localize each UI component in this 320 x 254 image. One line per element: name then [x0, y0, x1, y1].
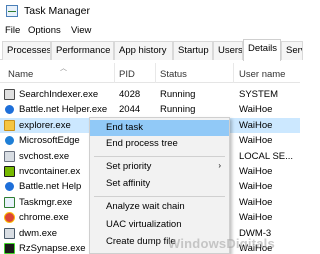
watermark: WindowsDigitals: [168, 236, 275, 251]
menu-item-label: Set affinity: [106, 178, 151, 189]
task-manager-icon: [6, 5, 18, 17]
task-manager-icon: [4, 196, 15, 208]
dwm-icon: [4, 227, 15, 239]
process-pid: 2044: [119, 104, 141, 116]
tab-app-history[interactable]: App history: [114, 41, 173, 60]
process-user: WaiHoe: [239, 181, 273, 193]
process-user: LOCAL SE...: [239, 150, 294, 162]
process-name: chrome.exe: [19, 212, 69, 224]
menu-view[interactable]: View: [71, 25, 91, 36]
process-name: dwm.exe: [19, 227, 58, 239]
process-name: SearchIndexer.exe: [19, 89, 99, 100]
title-bar: Task Manager: [0, 0, 300, 22]
svchost-icon: [4, 150, 15, 162]
end-task-menu-item[interactable]: End task: [90, 120, 229, 136]
process-user: WaiHoe: [239, 119, 273, 131]
battlenet-icon: [4, 181, 15, 193]
process-name: Battle.net Help: [19, 181, 82, 193]
process-user: WaiHoe: [239, 135, 273, 147]
menu-item-label: UAC virtualization: [106, 219, 182, 230]
column-divider[interactable]: [233, 63, 234, 83]
razer-icon: [4, 243, 15, 254]
tab-startup[interactable]: Startup: [173, 41, 213, 60]
process-name: Taskmgr.exe: [19, 196, 73, 208]
window-title: Task Manager: [24, 5, 90, 17]
menu-item-label: Analyze wait chain: [106, 201, 185, 212]
column-headers: ︿ Name PID Status User name: [0, 63, 300, 83]
process-user: WaiHoe: [239, 212, 273, 224]
tab-services[interactable]: Serv: [281, 41, 303, 60]
menu-item-label: Set priority: [106, 161, 152, 172]
process-name: nvcontainer.ex: [19, 166, 81, 177]
process-status: Running: [160, 104, 196, 116]
battlenet-icon: [4, 104, 15, 116]
column-divider[interactable]: [155, 63, 156, 83]
menu-separator: [94, 156, 225, 157]
menu-separator: [94, 196, 225, 197]
process-name: Battle.net Helper.exe: [19, 104, 108, 116]
column-pid[interactable]: PID: [119, 69, 135, 80]
table-row[interactable]: Battle.net Helper.exe 2044 Running WaiHoe: [0, 102, 300, 117]
menu-bar: File Options View: [0, 22, 300, 39]
tab-users[interactable]: Users: [213, 41, 243, 60]
analyze-wait-chain-menu-item[interactable]: Analyze wait chain: [90, 199, 229, 215]
nvidia-icon: [4, 166, 15, 177]
set-affinity-menu-item[interactable]: Set affinity: [90, 176, 229, 192]
tab-processes[interactable]: Processes: [2, 41, 51, 60]
menu-options[interactable]: Options: [28, 25, 61, 36]
tab-performance[interactable]: Performance: [51, 41, 114, 60]
process-name: RzSynapse.exe: [19, 243, 86, 254]
process-user: WaiHoe: [239, 166, 273, 177]
menu-item-label: End process tree: [106, 138, 178, 149]
uac-virtualization-menu-item[interactable]: UAC virtualization: [90, 217, 229, 233]
column-divider[interactable]: [114, 63, 115, 83]
process-name: svchost.exe: [19, 150, 70, 162]
menu-item-label: Create dump file: [106, 236, 176, 247]
search-indexer-icon: [4, 89, 15, 100]
menu-file[interactable]: File: [5, 25, 20, 36]
process-name: MicrosoftEdge: [19, 135, 80, 147]
end-process-tree-menu-item[interactable]: End process tree: [90, 136, 229, 152]
column-name[interactable]: Name: [8, 69, 33, 80]
process-user: SYSTEM: [239, 89, 279, 100]
process-user: WaiHoe: [239, 196, 273, 208]
table-row[interactable]: SearchIndexer.exe 4028 Running SYSTEM: [0, 87, 300, 102]
menu-item-label: End task: [106, 122, 143, 133]
tab-bar: Processes Performance App history Startu…: [0, 39, 303, 61]
set-priority-menu-item[interactable]: Set priority ›: [90, 159, 229, 175]
tab-details[interactable]: Details: [243, 39, 281, 61]
process-name: explorer.exe: [19, 119, 71, 131]
folder-icon: [4, 119, 15, 131]
submenu-arrow-icon: ›: [218, 161, 221, 170]
column-user-name[interactable]: User name: [239, 69, 285, 80]
chrome-icon: [4, 212, 15, 224]
column-status[interactable]: Status: [160, 69, 187, 80]
process-pid: 4028: [119, 89, 141, 100]
sort-caret-icon: ︿: [60, 65, 67, 72]
edge-icon: [4, 135, 15, 147]
process-status: Running: [160, 89, 196, 100]
process-user: WaiHoe: [239, 104, 273, 116]
context-menu: End task End process tree Set priority ›…: [89, 117, 230, 254]
